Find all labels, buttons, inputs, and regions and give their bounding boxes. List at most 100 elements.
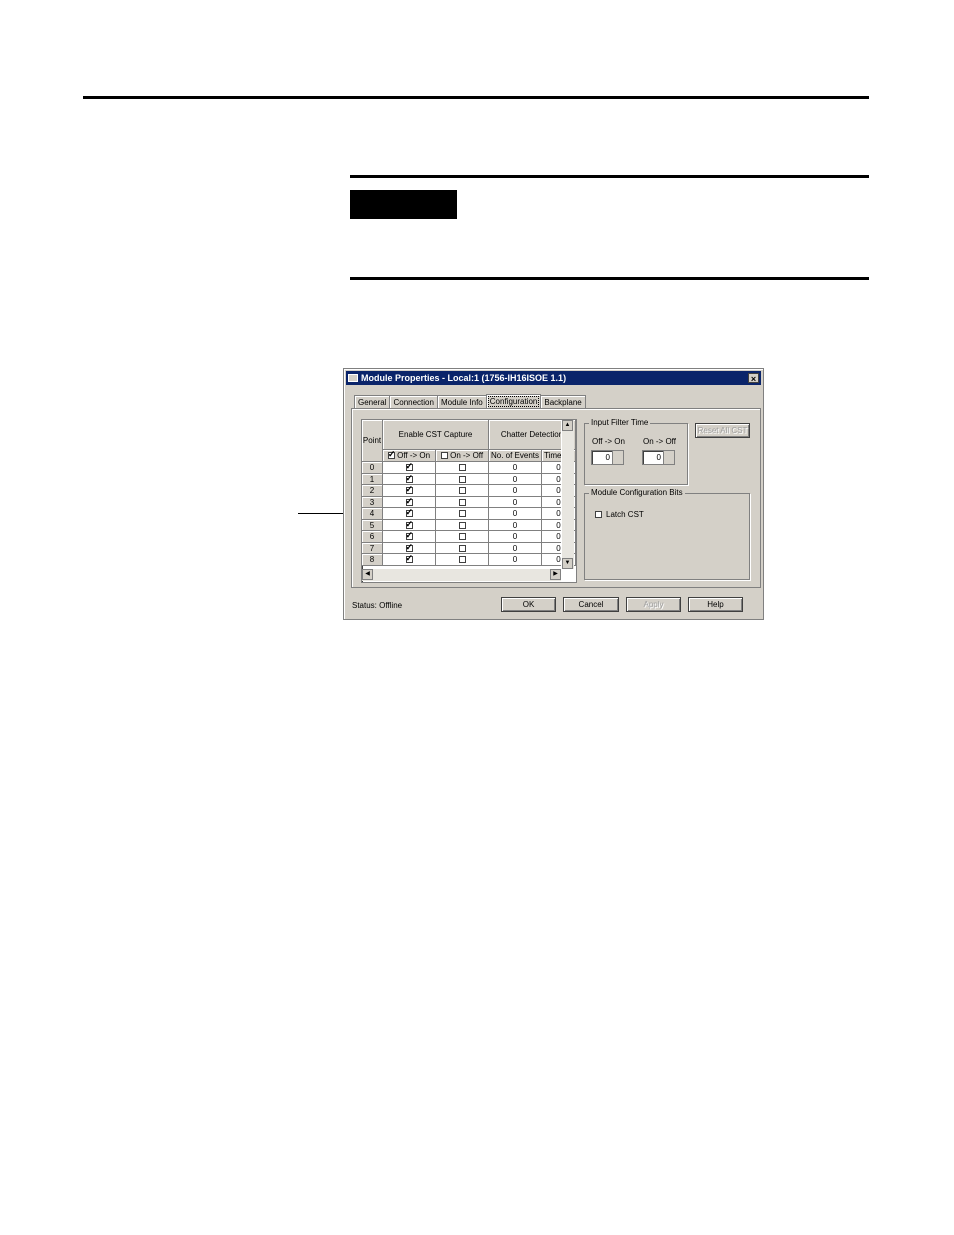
filter-on-off-spinner[interactable]: 0 — [642, 450, 675, 465]
on-off-cell[interactable] — [436, 496, 489, 508]
off-on-cell[interactable] — [383, 542, 436, 554]
on-off-checkbox[interactable] — [458, 498, 466, 506]
tab-strip: General Connection Module Info Configura… — [354, 394, 586, 409]
on-off-checkbox[interactable] — [458, 475, 466, 483]
ok-button[interactable]: OK — [501, 597, 556, 612]
spinner-arrows-icon[interactable] — [663, 451, 674, 464]
row-point-label: 8 — [369, 555, 375, 564]
events-value: 0 — [512, 509, 518, 518]
on-off-checkbox[interactable] — [458, 544, 466, 552]
row-point-cell: 2 — [362, 485, 383, 497]
filter-off-on-spinner[interactable]: 0 — [591, 450, 624, 465]
sub-off-on-label: Off -> On — [397, 451, 431, 460]
on-off-cell[interactable] — [436, 508, 489, 520]
off-on-checkbox[interactable] — [405, 508, 413, 518]
off-on-checkbox[interactable] — [405, 474, 413, 484]
events-cell[interactable]: 0 — [489, 542, 542, 554]
off-on-checkbox[interactable] — [405, 485, 413, 495]
tab-module-info[interactable]: Module Info — [436, 395, 487, 409]
events-cell[interactable]: 0 — [489, 519, 542, 531]
off-on-cell[interactable] — [383, 473, 436, 485]
row-point-cell: 4 — [362, 508, 383, 520]
on-off-cell[interactable] — [436, 542, 489, 554]
close-icon[interactable]: × — [748, 373, 759, 384]
on-off-cell[interactable] — [436, 485, 489, 497]
on-off-cell[interactable] — [436, 554, 489, 566]
events-cell[interactable]: 0 — [489, 496, 542, 508]
sub-on-off-header[interactable]: On -> Off — [436, 450, 489, 462]
on-off-cell[interactable] — [436, 519, 489, 531]
row-point-label: 6 — [369, 532, 375, 541]
filter-off-on-value: 0 — [605, 453, 610, 462]
events-cell[interactable]: 0 — [489, 485, 542, 497]
window-icon — [348, 374, 358, 382]
off-on-checkbox[interactable] — [405, 543, 413, 553]
note-top-rule — [350, 175, 869, 178]
off-on-cell[interactable] — [383, 462, 436, 474]
events-cell[interactable]: 0 — [489, 531, 542, 543]
off-on-all-checkbox[interactable] — [387, 450, 395, 460]
off-on-checkbox[interactable] — [405, 531, 413, 541]
events-cell[interactable]: 0 — [489, 508, 542, 520]
events-value: 0 — [512, 463, 518, 472]
off-on-cell[interactable] — [383, 485, 436, 497]
scroll-left-icon[interactable]: ◀ — [362, 569, 373, 580]
scroll-up-icon[interactable]: ▲ — [562, 420, 573, 431]
col-point-header: Point — [362, 420, 383, 462]
help-button[interactable]: Help — [688, 597, 743, 612]
cancel-button[interactable]: Cancel — [563, 597, 619, 612]
scroll-down-icon[interactable]: ▼ — [562, 558, 573, 569]
row-point-label: 7 — [369, 543, 375, 553]
on-off-all-checkbox[interactable] — [440, 452, 448, 460]
off-on-cell[interactable] — [383, 531, 436, 543]
tab-connection[interactable]: Connection — [389, 395, 438, 409]
sub-events-header: No. of Events — [489, 450, 542, 462]
sub-on-off-label: On -> Off — [450, 451, 484, 460]
scroll-right-icon[interactable]: ▶ — [550, 569, 561, 580]
row-point-label: 3 — [369, 497, 375, 507]
on-off-checkbox[interactable] — [458, 510, 466, 518]
on-off-cell[interactable] — [436, 462, 489, 474]
sub-off-on-header[interactable]: Off -> On — [383, 450, 436, 462]
row-point-cell: 3 — [362, 496, 383, 508]
events-value: 0 — [512, 474, 518, 484]
row-point-cell: 8 — [362, 554, 383, 566]
on-off-checkbox[interactable] — [458, 556, 466, 564]
tab-general[interactable]: General — [354, 395, 391, 409]
events-cell[interactable]: 0 — [489, 462, 542, 474]
tab-backplane[interactable]: Backplane — [540, 395, 586, 409]
events-cell[interactable]: 0 — [489, 473, 542, 485]
latch-cst-checkbox[interactable] — [595, 511, 602, 518]
off-on-cell[interactable] — [383, 554, 436, 566]
off-on-cell[interactable] — [383, 496, 436, 508]
on-off-checkbox[interactable] — [458, 487, 466, 495]
row-point-label: 5 — [369, 520, 375, 530]
off-on-cell[interactable] — [383, 519, 436, 531]
apply-button[interactable]: Apply — [626, 597, 681, 612]
latch-cst-label[interactable]: Latch CST — [606, 510, 644, 520]
off-on-checkbox[interactable] — [405, 462, 413, 472]
on-off-checkbox[interactable] — [458, 464, 466, 472]
events-value: 0 — [512, 532, 518, 541]
filter-on-off-label: On -> Off — [643, 437, 676, 446]
on-off-cell[interactable] — [436, 531, 489, 543]
dialog-titlebar[interactable]: Module Properties - Local:1 (1756-IH16IS… — [346, 371, 761, 385]
input-filter-group: Input Filter Time Off -> On On -> Off 0 … — [584, 418, 688, 485]
grid-vertical-scrollbar[interactable]: ▲ ▼ — [561, 420, 574, 569]
spinner-arrows-icon[interactable] — [612, 451, 623, 464]
row-point-cell: 7 — [362, 542, 383, 554]
events-cell[interactable]: 0 — [489, 554, 542, 566]
tab-configuration[interactable]: Configuration — [485, 394, 542, 409]
filter-on-off-value: 0 — [656, 453, 661, 462]
off-on-checkbox[interactable] — [405, 554, 413, 564]
on-off-checkbox[interactable] — [458, 521, 466, 529]
page-header-rule — [83, 96, 869, 99]
off-on-checkbox[interactable] — [405, 520, 413, 530]
reset-all-cst-button[interactable]: Reset All CST — [695, 423, 750, 438]
note-bottom-rule — [350, 277, 869, 280]
grid-horizontal-scrollbar[interactable]: ◀ ▶ — [362, 569, 561, 581]
off-on-checkbox[interactable] — [405, 497, 413, 507]
on-off-cell[interactable] — [436, 473, 489, 485]
on-off-checkbox[interactable] — [458, 533, 466, 541]
off-on-cell[interactable] — [383, 508, 436, 520]
